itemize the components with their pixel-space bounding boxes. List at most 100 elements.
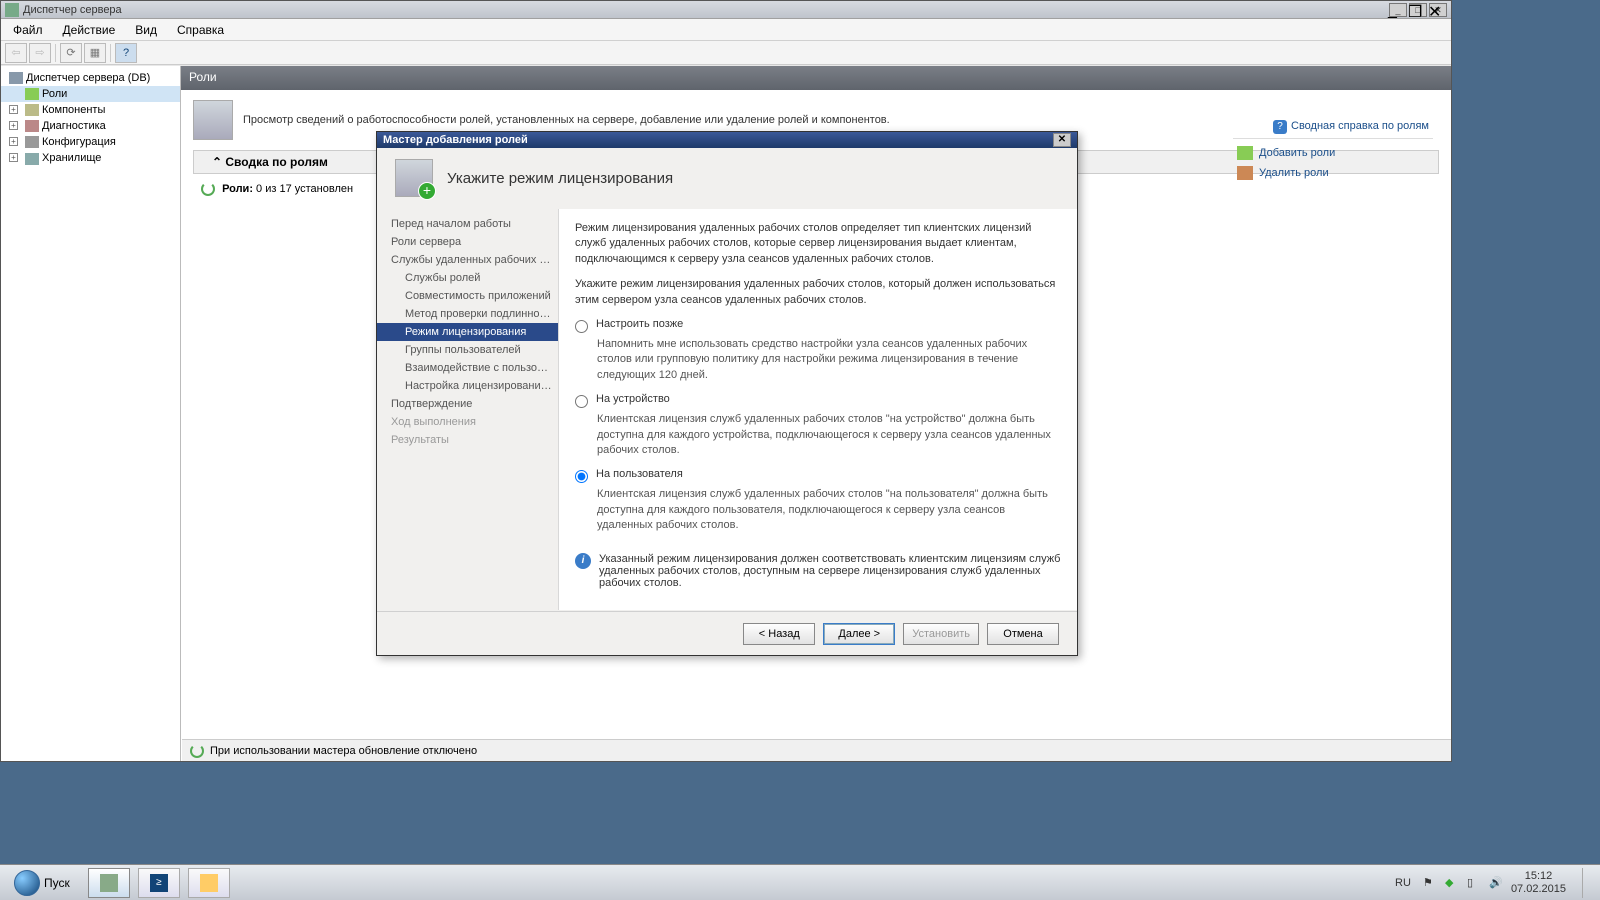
help-button[interactable]: ? [115,43,137,63]
nav-user-groups[interactable]: Группы пользователей [377,341,558,359]
option-per-user[interactable]: На пользователя [575,468,1061,483]
wizard-footer: < Назад Далее > Установить Отмена [377,611,1077,655]
content-header: Роли [181,66,1451,90]
nav-confirmation[interactable]: Подтверждение [377,395,558,413]
status-text: При использовании мастера обновление отк… [210,745,477,757]
expand-icon[interactable]: + [9,153,18,162]
server-manager-icon [100,874,118,892]
radio-per-device[interactable] [575,395,588,408]
properties-button[interactable]: ▦ [84,43,106,63]
nav-auth-method[interactable]: Метод проверки подлинности [377,305,558,323]
wizard-close-button[interactable]: ✕ [1053,133,1071,147]
nav-role-services[interactable]: Службы ролей [377,269,558,287]
titlebar[interactable]: Диспетчер сервера _ □ ✕ [1,1,1451,19]
expand-icon[interactable]: + [9,137,18,146]
wizard-icon [395,159,433,197]
server-icon [9,72,23,84]
outer-minimize[interactable]: _ [1388,2,1408,18]
tree-diagnostics[interactable]: +Диагностика [1,118,180,134]
radio-per-user[interactable] [575,470,588,483]
add-roles-link[interactable]: Добавить роли [1233,143,1433,163]
nav-results: Результаты [377,431,558,449]
add-roles-wizard: Мастер добавления ролей ✕ Укажите режим … [376,131,1078,656]
nav-tree: Диспетчер сервера (DB) Роли +Компоненты … [1,66,181,761]
label-configure-later: Настроить позже [596,318,683,330]
remove-icon [1237,166,1253,180]
wizard-heading: Укажите режим лицензирования [447,170,673,187]
remove-roles-link[interactable]: Удалить роли [1233,163,1433,183]
busy-icon [190,744,204,758]
nav-licensing-mode[interactable]: Режим лицензирования [377,323,558,341]
window-title: Диспетчер сервера [23,4,122,16]
tree-storage[interactable]: +Хранилище [1,150,180,166]
forward-button[interactable]: ⇨ [29,43,51,63]
wizard-header: Укажите режим лицензирования [377,148,1077,208]
expand-icon[interactable]: + [9,105,18,114]
add-icon [1237,146,1253,160]
start-button[interactable]: Пуск [6,868,78,898]
clock[interactable]: 15:12 07.02.2015 [1511,870,1570,894]
desc-configure-later: Напомнить мне использовать средство наст… [597,337,1061,383]
tray-network-icon[interactable]: ◆ [1445,876,1459,890]
diagnostics-icon [25,120,39,132]
desc-per-device: Клиентская лицензия служб удаленных рабо… [597,412,1061,458]
tree-root[interactable]: Диспетчер сервера (DB) [1,70,180,86]
separator [110,44,111,62]
next-button[interactable]: Далее > [823,623,895,645]
radio-configure-later[interactable] [575,320,588,333]
powershell-icon: ≥ [150,874,168,892]
info-text: Указанный режим лицензирования должен со… [599,553,1061,589]
nav-server-roles[interactable]: Роли сервера [377,233,558,251]
start-label: Пуск [44,876,70,890]
nav-before-begin[interactable]: Перед началом работы [377,215,558,233]
label-per-user: На пользователя [596,468,683,480]
cancel-button[interactable]: Отмена [987,623,1059,645]
nav-licensing-config[interactable]: Настройка лицензирования … [377,377,558,395]
toolbar: ⇦ ⇨ ⟳ ▦ ? [1,41,1451,65]
wizard-nav: Перед началом работы Роли сервера Службы… [377,209,559,610]
back-button[interactable]: ⇦ [5,43,27,63]
tree-configuration[interactable]: +Конфигурация [1,134,180,150]
back-button[interactable]: < Назад [743,623,815,645]
refresh-button[interactable]: ⟳ [60,43,82,63]
question-icon: ? [1273,120,1287,134]
tray-sound-icon[interactable]: 🔊 [1489,876,1503,890]
menu-view[interactable]: Вид [125,20,167,40]
expand-icon[interactable]: + [9,121,18,130]
refresh-icon [201,182,215,196]
nav-user-experience[interactable]: Взаимодействие с пользова… [377,359,558,377]
start-orb-icon [14,870,40,896]
nav-rds[interactable]: Службы удаленных рабочих ст… [377,251,558,269]
tree-roles[interactable]: Роли [1,86,180,102]
task-powershell[interactable]: ≥ [138,868,180,898]
show-desktop-button[interactable] [1582,868,1594,898]
nav-app-compat[interactable]: Совместимость приложений [377,287,558,305]
info-icon: i [575,553,591,569]
wizard-title: Мастер добавления ролей [383,134,528,146]
outer-close[interactable]: ✕ [1428,2,1448,18]
tray-notification-icon[interactable]: ▯ [1467,876,1481,890]
install-button: Установить [903,623,979,645]
actions-help-link[interactable]: ?Сводная справка по ролям [1233,116,1433,139]
tray-flag-icon[interactable]: ⚑ [1423,876,1437,890]
outer-restore[interactable]: ❐ [1408,2,1428,18]
task-server-manager[interactable] [88,868,130,898]
date: 07.02.2015 [1511,883,1566,895]
time: 15:12 [1511,870,1566,882]
intro-text-1: Режим лицензирования удаленных рабочих с… [575,221,1061,267]
task-explorer[interactable] [188,868,230,898]
option-configure-later[interactable]: Настроить позже [575,318,1061,333]
statusbar: При использовании мастера обновление отк… [182,739,1451,761]
menu-help[interactable]: Справка [167,20,234,40]
desc-per-user: Клиентская лицензия служб удаленных рабо… [597,487,1061,533]
wizard-titlebar[interactable]: Мастер добавления ролей ✕ [377,132,1077,148]
option-per-device[interactable]: На устройство [575,393,1061,408]
storage-icon [25,153,39,165]
banner-text: Просмотр сведений о работоспособности ро… [243,114,890,126]
info-note: i Указанный режим лицензирования должен … [575,553,1061,589]
taskbar: Пуск ≥ RU ⚑ ◆ ▯ 🔊 15:12 07.02.2015 [0,864,1600,900]
language-indicator[interactable]: RU [1391,875,1415,891]
menu-action[interactable]: Действие [53,20,126,40]
menu-file[interactable]: Файл [3,20,53,40]
tree-components[interactable]: +Компоненты [1,102,180,118]
